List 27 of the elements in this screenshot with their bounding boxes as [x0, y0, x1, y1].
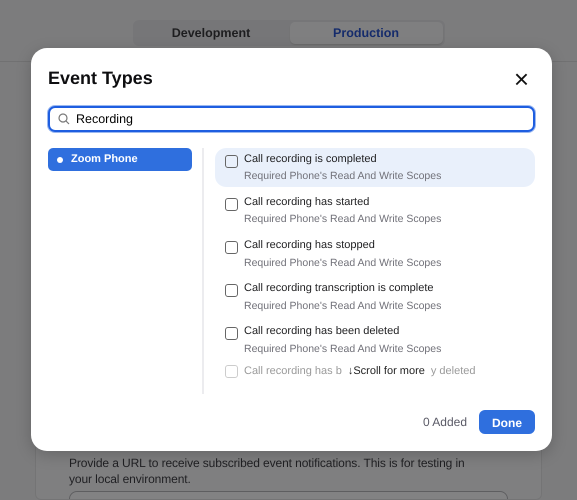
category-item[interactable]: Zoom Phone	[48, 148, 192, 171]
event-title: Call recording has been deleted	[244, 324, 400, 340]
event-note: Required Phone's Read And Write Scopes	[244, 342, 442, 356]
dialog-title: Event Types	[48, 68, 153, 90]
scroll-hint: ↓Scroll for more	[348, 364, 425, 380]
endpoint-description: Provide a URL to receive subscribed event notifications. This is for testing in your local environment.	[69, 455, 466, 488]
environment-tab[interactable]: Development	[134, 22, 288, 44]
event-title: Call recording transcription is complete	[244, 281, 435, 296]
search-input[interactable]: Recording	[76, 110, 525, 128]
close-button[interactable]: ×	[508, 66, 535, 92]
event-note: Required Phone's Read And Write Scopes	[244, 212, 442, 228]
event-note: Required Phone's Read And Write Scopes	[244, 298, 442, 314]
event-row[interactable]: Call recording has started Required Phone's Read And Write Scopes	[215, 191, 535, 230]
event-title: Call recording has b	[244, 364, 342, 380]
added-count: 0 Added	[422, 414, 467, 431]
event-row[interactable]: Call recording is completed Required Phone's Read And Write Scopes	[215, 148, 535, 188]
event-row[interactable]: Call recording has stopped Required Phone's Read And Write Scopes	[215, 234, 535, 274]
event-title: Call recording is completed	[244, 152, 378, 167]
event-note: Required Phone's Read And Write Scopes	[244, 256, 442, 270]
event-title: y deleted	[430, 364, 476, 380]
event-title: Call recording has stopped	[244, 238, 376, 254]
search-field[interactable]: Recording	[48, 106, 535, 132]
event-title: Call recording has started	[244, 195, 370, 210]
event-note: Required Phone's Read And Write Scopes	[244, 169, 442, 184]
event-row[interactable]: Call recording transcription is complete Required Phone's Read And Write Scopes	[215, 277, 535, 316]
done-button[interactable]: Done	[479, 410, 535, 434]
event-row[interactable]: Call recording has been deleted Required Phone's Read And Write Scopes	[215, 320, 535, 360]
